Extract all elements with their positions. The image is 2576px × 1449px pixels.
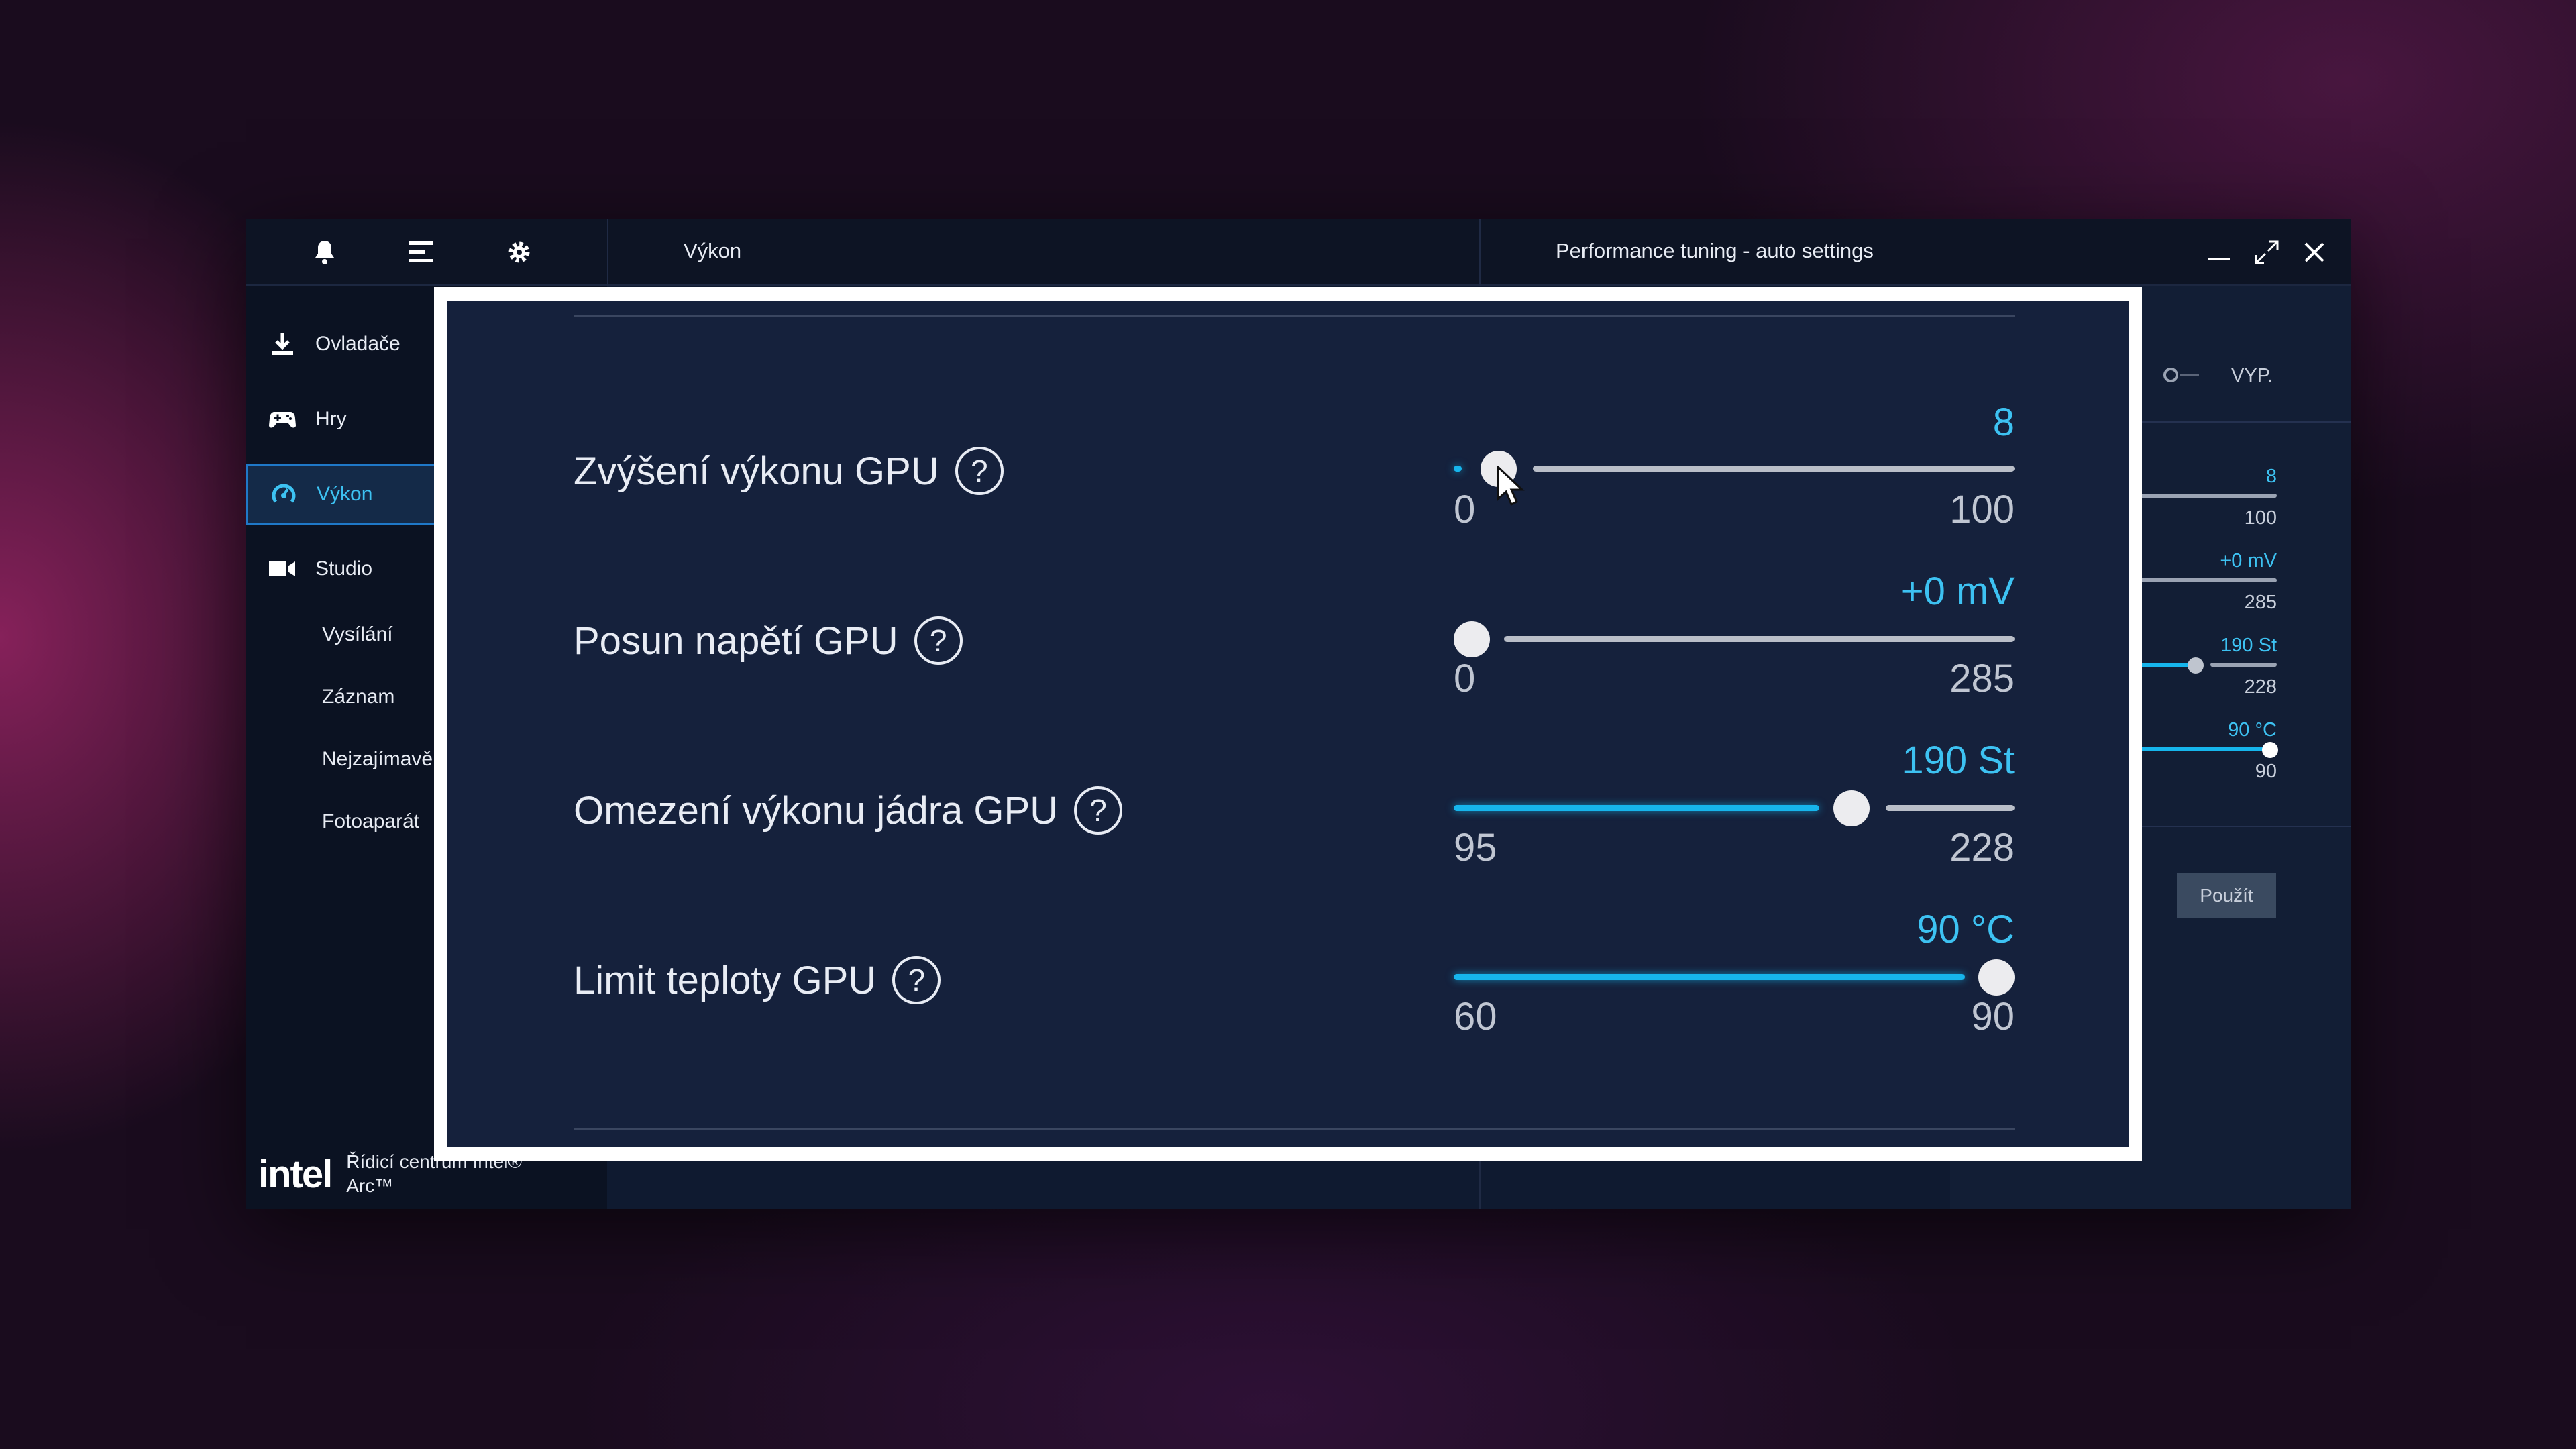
expand-icon[interactable]: [2250, 235, 2284, 269]
sidebar-subitem-recording[interactable]: Záznam: [322, 686, 394, 708]
slider-max: 285: [1949, 657, 2015, 700]
panel-value: +0 mV: [2220, 550, 2277, 572]
divider-top: [574, 315, 2015, 317]
slider-max: 228: [1949, 826, 2015, 869]
sidebar-item-label: Ovladače: [315, 333, 400, 355]
slider-min: 60: [1454, 995, 1497, 1038]
slider-label: Posun napětí GPU: [574, 619, 898, 663]
panel-slider-track: [2140, 494, 2277, 498]
slider-value: 8: [1992, 400, 2015, 444]
top-bar: Výkon Performance tuning - auto settings: [246, 219, 2351, 286]
toggle-switch[interactable]: [2161, 365, 2202, 385]
slider-min: 95: [1454, 826, 1497, 869]
slider-track[interactable]: [1504, 636, 2015, 642]
slider-min: 0: [1454, 657, 1476, 700]
slider-value: 90 °C: [1917, 908, 2015, 951]
panel-value: 190 St: [2220, 635, 2277, 656]
panel-divider: [2140, 826, 2351, 827]
slider-label: Limit teploty GPU: [574, 958, 877, 1002]
download-icon: [269, 331, 296, 358]
slider-fill: [1454, 974, 1965, 980]
panel-slider-track: [2210, 663, 2277, 667]
gamepad-icon: [269, 406, 296, 433]
panel-slider-thumb[interactable]: [2188, 657, 2204, 674]
sidebar-item-label: Studio: [315, 557, 373, 580]
panel-max: 285: [2244, 592, 2277, 613]
panel-max: 100: [2244, 507, 2277, 529]
slider-row-label: Limit teploty GPU ?: [574, 953, 941, 1007]
intel-logo: intel: [258, 1152, 333, 1196]
zoom-callout: Zvýšení výkonu GPU ? 8 0 100 Posun napět…: [434, 287, 2142, 1161]
topbar-divider: [1479, 219, 1481, 286]
sidebar-subitem-camera[interactable]: Fotoaparát: [322, 810, 419, 833]
slider-track[interactable]: [1533, 466, 2015, 472]
toggle-label: VYP.: [2231, 365, 2273, 386]
gear-icon[interactable]: [502, 235, 536, 269]
apply-button[interactable]: Použít: [2177, 873, 2276, 918]
panel-title: Performance tuning - auto settings: [1556, 239, 1874, 262]
sidebar-subitem-highlights[interactable]: Nejzajímavě: [322, 748, 433, 771]
sidebar-item-label: Hry: [315, 408, 347, 430]
sidebar-item-label: Výkon: [317, 483, 373, 505]
close-icon[interactable]: [2298, 235, 2331, 269]
camera-icon: [269, 555, 296, 582]
panel-divider: [2140, 421, 2351, 423]
slider-min: 0: [1454, 488, 1476, 531]
zoom-panel: Zvýšení výkonu GPU ? 8 0 100 Posun napět…: [447, 301, 2129, 1147]
slider-fill: [1454, 805, 1819, 811]
panel-max: 90: [2255, 761, 2277, 782]
slider-thumb[interactable]: [1978, 959, 2015, 996]
panel-value: 8: [2265, 466, 2277, 487]
slider-row-label: Zvýšení výkonu GPU ?: [574, 444, 1004, 498]
menu-icon[interactable]: [405, 235, 439, 269]
panel-slider-fill: [2140, 747, 2267, 751]
help-icon[interactable]: ?: [892, 956, 941, 1004]
slider-label: Zvýšení výkonu GPU: [574, 449, 939, 493]
slider-track[interactable]: [1886, 805, 2015, 811]
slider-label: Omezení výkonu jádra GPU: [574, 788, 1059, 833]
slider-value: +0 mV: [1900, 570, 2015, 613]
slider-max: 90: [1971, 995, 2015, 1038]
topbar-divider: [607, 219, 608, 286]
slider-fill: [1454, 466, 1462, 472]
slider-thumb[interactable]: [1454, 621, 1490, 657]
slider-thumb[interactable]: [1833, 790, 1870, 826]
bell-icon[interactable]: [308, 235, 341, 269]
slider-max: 100: [1949, 488, 2015, 531]
slider-value: 190 St: [1902, 739, 2015, 782]
divider-bottom: [574, 1128, 2015, 1130]
page-title: Výkon: [684, 239, 742, 262]
help-icon[interactable]: ?: [955, 447, 1004, 495]
content-divider: [1479, 1158, 1481, 1209]
help-icon[interactable]: ?: [914, 616, 963, 665]
mouse-cursor-icon: [1497, 466, 1525, 506]
minimize-icon[interactable]: [2202, 235, 2236, 269]
panel-slider-fill: [2140, 663, 2194, 667]
panel-slider-track: [2140, 578, 2277, 582]
panel-slider-thumb[interactable]: [2262, 742, 2278, 758]
panel-value: 90 °C: [2228, 719, 2277, 741]
slider-row-label: Posun napětí GPU ?: [574, 614, 963, 667]
panel-max: 228: [2244, 676, 2277, 698]
sidebar-subitem-broadcast[interactable]: Vysílání: [322, 623, 393, 646]
slider-row-label: Omezení výkonu jádra GPU ?: [574, 784, 1123, 837]
gauge-icon: [270, 481, 297, 508]
help-icon[interactable]: ?: [1074, 786, 1123, 835]
